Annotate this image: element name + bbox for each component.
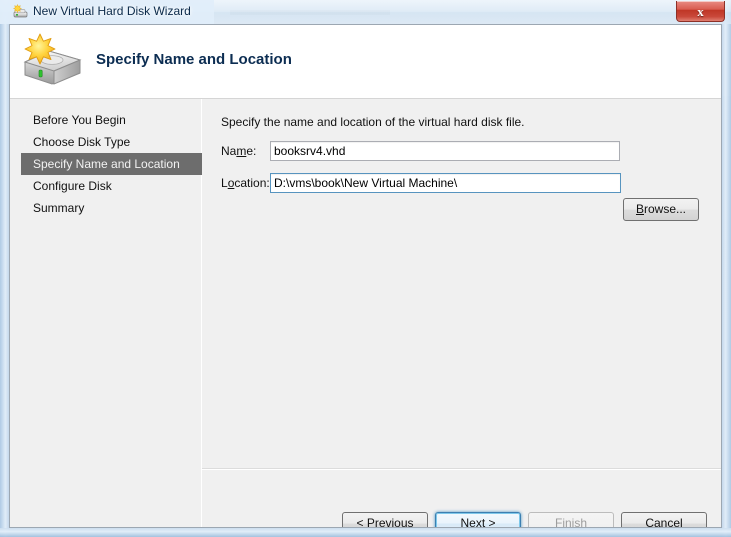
browse-button-accel: B xyxy=(635,202,644,216)
wizard-content-panel: Specify the name and location of the vir… xyxy=(202,99,721,469)
sidebar-item-before-you-begin[interactable]: Before You Begin xyxy=(21,109,207,131)
window-border-left xyxy=(0,0,9,537)
next-button-accel: N xyxy=(460,516,470,528)
next-button[interactable]: Next > xyxy=(435,512,521,528)
browse-button[interactable]: Browse... xyxy=(623,198,699,221)
previous-button-label: revious xyxy=(374,516,414,528)
finish-button-label: inish xyxy=(562,516,588,528)
name-label: Name: xyxy=(221,144,256,158)
close-icon: x xyxy=(697,3,704,19)
location-label: Location: xyxy=(221,176,270,190)
name-label-part2: e: xyxy=(246,144,257,158)
sidebar-item-choose-disk-type[interactable]: Choose Disk Type xyxy=(21,131,207,153)
wizard-client-area: Specify Name and Location Before You Beg… xyxy=(9,24,722,528)
name-label-part1: Na xyxy=(221,144,237,158)
window-title: New Virtual Hard Disk Wizard xyxy=(33,4,191,18)
window-border-right xyxy=(722,0,731,537)
wizard-banner: Specify Name and Location xyxy=(10,25,721,99)
next-button-label: ext > xyxy=(469,516,496,528)
page-title: Specify Name and Location xyxy=(96,51,292,68)
wizard-step-list: Before You Begin Choose Disk Type Specif… xyxy=(10,99,207,527)
close-button[interactable]: x xyxy=(676,1,725,22)
location-label-part2: cation: xyxy=(234,176,270,190)
wizard-window: New Virtual Hard Disk Wizard x Specify N… xyxy=(0,0,731,537)
wizard-button-bar: < Previous Next > Finish Cancel xyxy=(202,470,721,528)
vhd-wizard-icon xyxy=(12,4,28,20)
location-input[interactable]: D:\vms\book\New Virtual Machine\ xyxy=(270,173,621,193)
previous-button-prefix: < xyxy=(356,516,367,528)
sidebar-item-configure-disk[interactable]: Configure Disk xyxy=(21,175,207,197)
intro-text: Specify the name and location of the vir… xyxy=(221,115,525,129)
previous-button[interactable]: < Previous xyxy=(342,512,428,528)
name-label-accel: m xyxy=(236,144,247,158)
sidebar-item-specify-name-and-location[interactable]: Specify Name and Location xyxy=(21,153,207,175)
cancel-button-label: Cancel xyxy=(645,516,683,528)
title-bar: New Virtual Hard Disk Wizard x xyxy=(0,0,731,24)
name-input[interactable]: booksrv4.vhd xyxy=(270,141,620,161)
sidebar-item-summary[interactable]: Summary xyxy=(21,197,207,219)
previous-button-accel: P xyxy=(366,516,375,528)
finish-button: Finish xyxy=(528,512,614,528)
location-label-part1: L xyxy=(221,176,228,190)
new-hard-disk-icon xyxy=(19,32,85,90)
cancel-button[interactable]: Cancel xyxy=(621,512,707,528)
browse-button-label: rowse... xyxy=(644,202,687,216)
window-border-bottom xyxy=(0,528,731,537)
